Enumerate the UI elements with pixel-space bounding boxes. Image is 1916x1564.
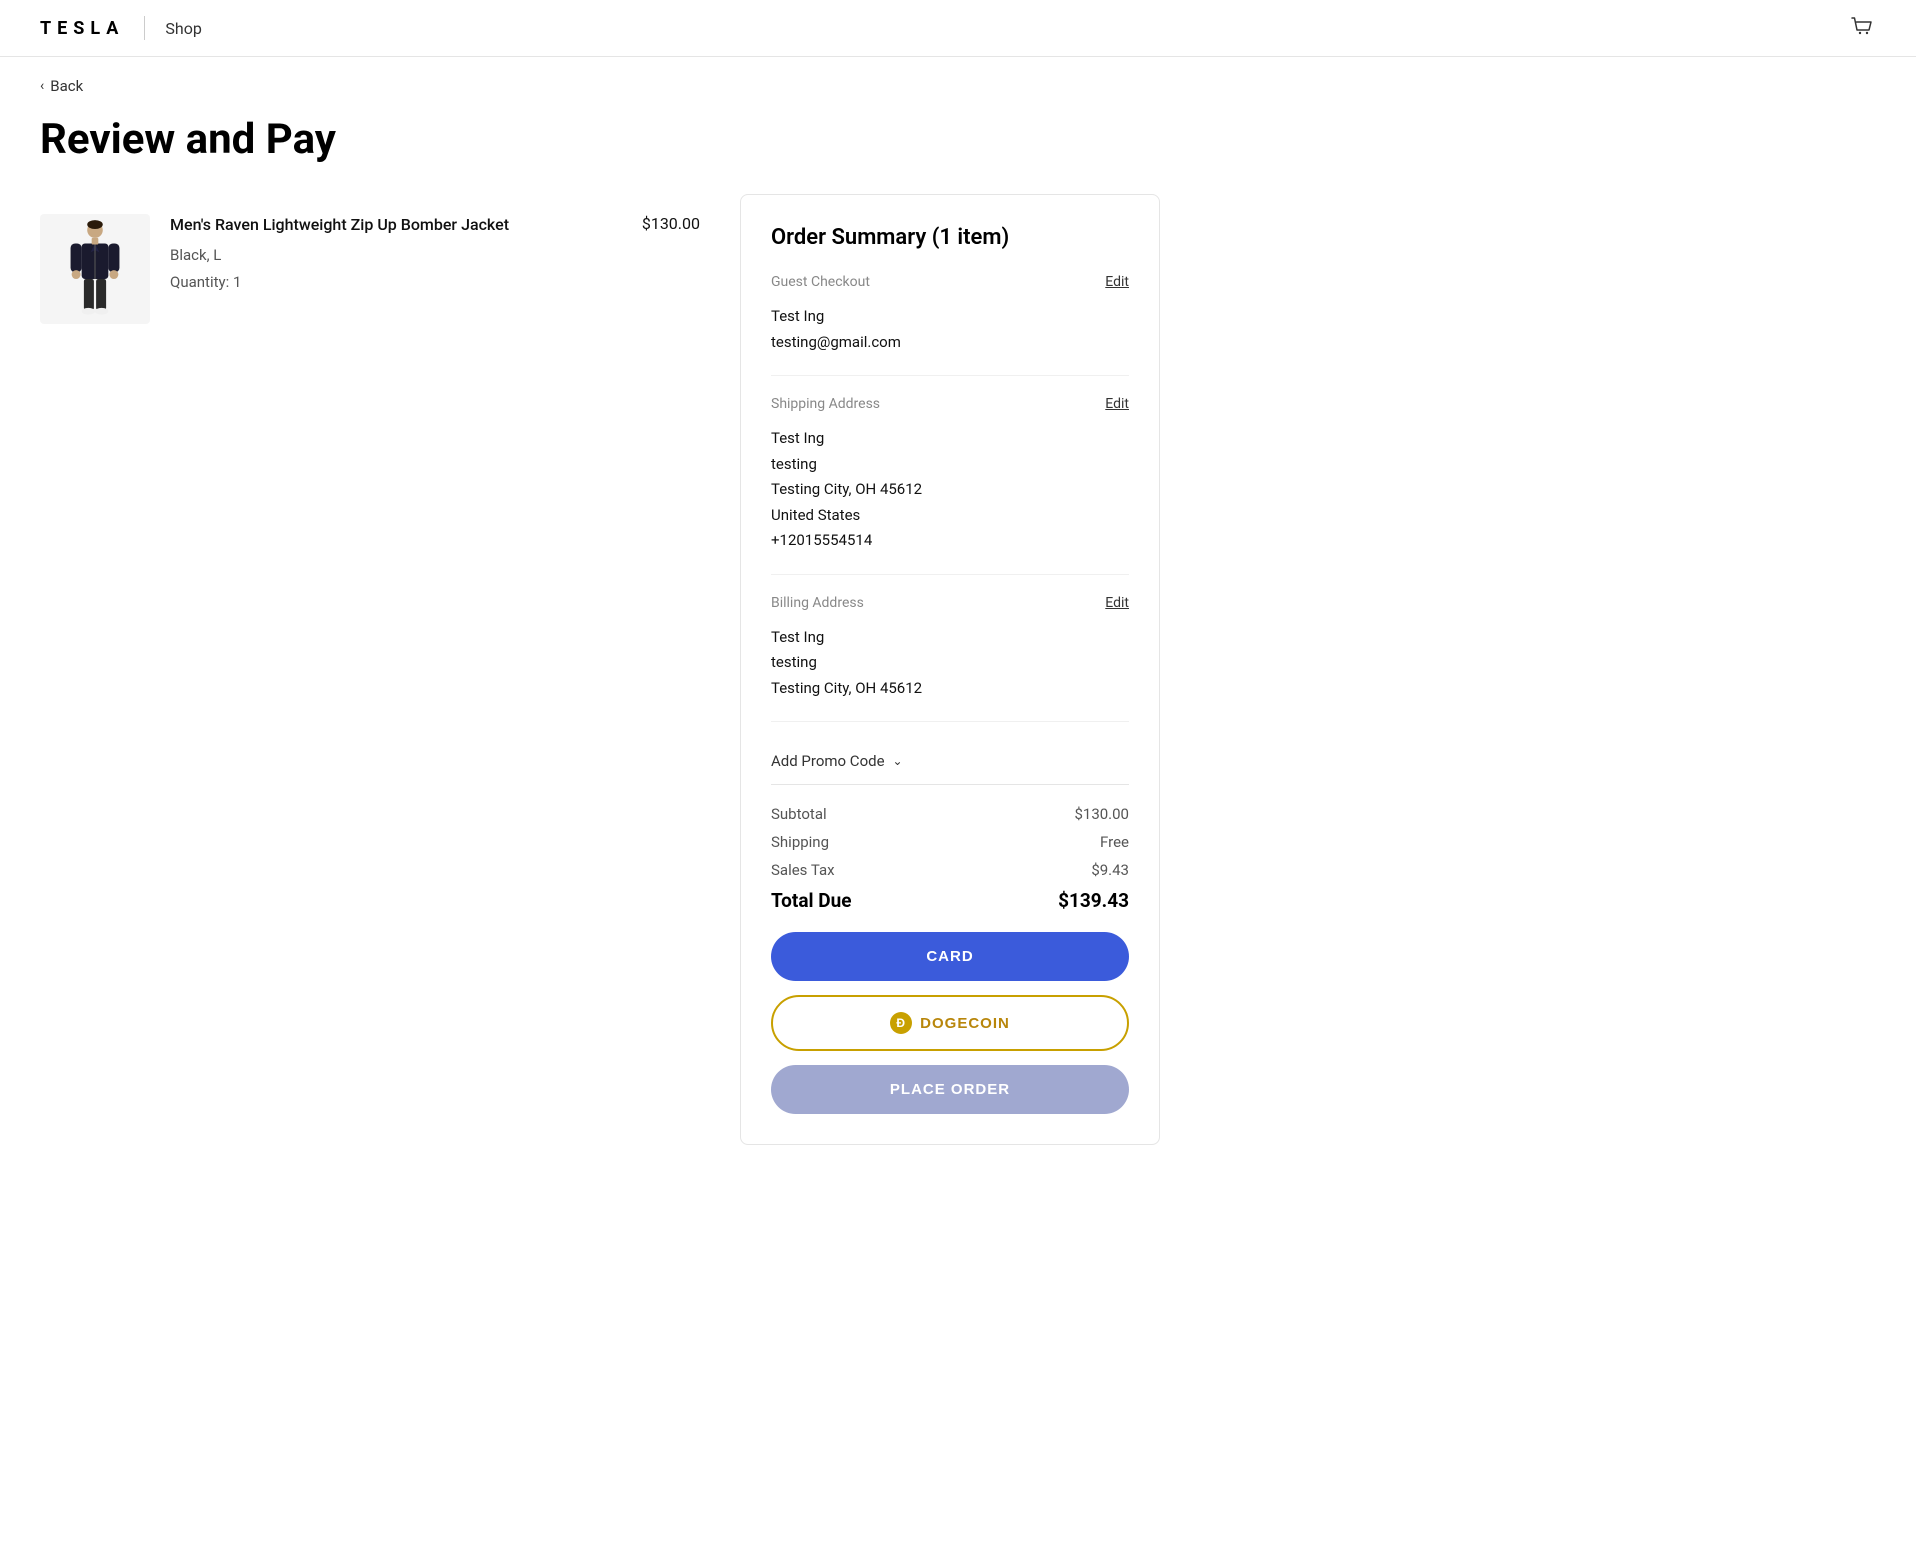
card-button[interactable]: CARD	[771, 932, 1129, 981]
total-due-label: Total Due	[771, 889, 852, 912]
header-divider	[144, 16, 145, 40]
tax-label: Sales Tax	[771, 861, 835, 879]
guest-checkout-edit[interactable]: Edit	[1105, 274, 1129, 290]
header: TESLA Shop	[0, 0, 1916, 57]
shipping-country: United States	[771, 503, 1129, 529]
shipping-value: Free	[1100, 833, 1129, 851]
back-link[interactable]: ‹ Back	[0, 57, 123, 105]
promo-code-row[interactable]: Add Promo Code ⌄	[771, 742, 1129, 780]
dogecoin-label: DOGECOIN	[920, 1015, 1010, 1032]
total-due-value: $139.43	[1058, 889, 1129, 912]
dogecoin-icon: Ð	[890, 1012, 912, 1034]
total-due-row: Total Due $139.43	[771, 889, 1129, 912]
promo-label: Add Promo Code	[771, 752, 885, 770]
shipping-name: Test Ing	[771, 426, 1129, 452]
place-order-button[interactable]: PLACE ORDER	[771, 1065, 1129, 1114]
billing-address-section: Billing Address Edit Test Ing testing Te…	[771, 595, 1129, 723]
guest-checkout-name: Test Ing	[771, 304, 1129, 330]
billing-address-row: Billing Address Edit	[771, 595, 1129, 617]
subtotal-value: $130.00	[1074, 805, 1129, 823]
dogecoin-button[interactable]: Ð DOGECOIN	[771, 995, 1129, 1051]
back-label: Back	[50, 77, 83, 95]
shipping-address-section: Shipping Address Edit Test Ing testing T…	[771, 396, 1129, 575]
shipping-line1: testing	[771, 452, 1129, 478]
product-quantity: Quantity: 1	[170, 269, 622, 296]
guest-checkout-email: testing@gmail.com	[771, 330, 1129, 356]
shop-label[interactable]: Shop	[165, 19, 201, 38]
subtotal-row: Subtotal $130.00	[771, 805, 1129, 823]
cart-icon[interactable]	[1848, 12, 1876, 44]
shipping-row: Shipping Free	[771, 833, 1129, 851]
billing-line2: Testing City, OH 45612	[771, 676, 1129, 702]
billing-address-edit[interactable]: Edit	[1105, 595, 1129, 611]
product-color-size: Black, L	[170, 242, 622, 269]
guest-checkout-row: Guest Checkout Edit	[771, 274, 1129, 296]
product-image	[40, 214, 150, 324]
product-name: Men's Raven Lightweight Zip Up Bomber Ja…	[170, 214, 622, 236]
product-section: Men's Raven Lightweight Zip Up Bomber Ja…	[40, 194, 700, 1145]
product-item: Men's Raven Lightweight Zip Up Bomber Ja…	[40, 194, 700, 344]
product-details: Men's Raven Lightweight Zip Up Bomber Ja…	[170, 214, 622, 296]
order-summary: Order Summary (1 item) Guest Checkout Ed…	[740, 194, 1160, 1145]
main-layout: Men's Raven Lightweight Zip Up Bomber Ja…	[0, 194, 1200, 1145]
tax-value: $9.43	[1091, 861, 1129, 879]
shipping-address-label: Shipping Address	[771, 396, 880, 412]
subtotal-label: Subtotal	[771, 805, 827, 823]
billing-address-label: Billing Address	[771, 595, 864, 611]
shipping-address-row: Shipping Address Edit	[771, 396, 1129, 418]
shipping-line2: Testing City, OH 45612	[771, 477, 1129, 503]
tesla-logo: TESLA	[40, 18, 124, 39]
shipping-phone: +12015554514	[771, 528, 1129, 554]
back-arrow-icon: ‹	[40, 78, 44, 94]
guest-checkout-section: Guest Checkout Edit Test Ing testing@gma…	[771, 274, 1129, 376]
promo-chevron-icon: ⌄	[893, 754, 903, 768]
product-price: $130.00	[642, 214, 700, 233]
tax-row: Sales Tax $9.43	[771, 861, 1129, 879]
billing-line1: testing	[771, 650, 1129, 676]
shipping-address-edit[interactable]: Edit	[1105, 396, 1129, 412]
totals-section: Subtotal $130.00 Shipping Free Sales Tax…	[771, 784, 1129, 1114]
summary-title: Order Summary (1 item)	[771, 225, 1129, 250]
billing-name: Test Ing	[771, 625, 1129, 651]
page-title: Review and Pay	[0, 105, 1916, 194]
shipping-label: Shipping	[771, 833, 829, 851]
guest-checkout-label: Guest Checkout	[771, 274, 870, 290]
